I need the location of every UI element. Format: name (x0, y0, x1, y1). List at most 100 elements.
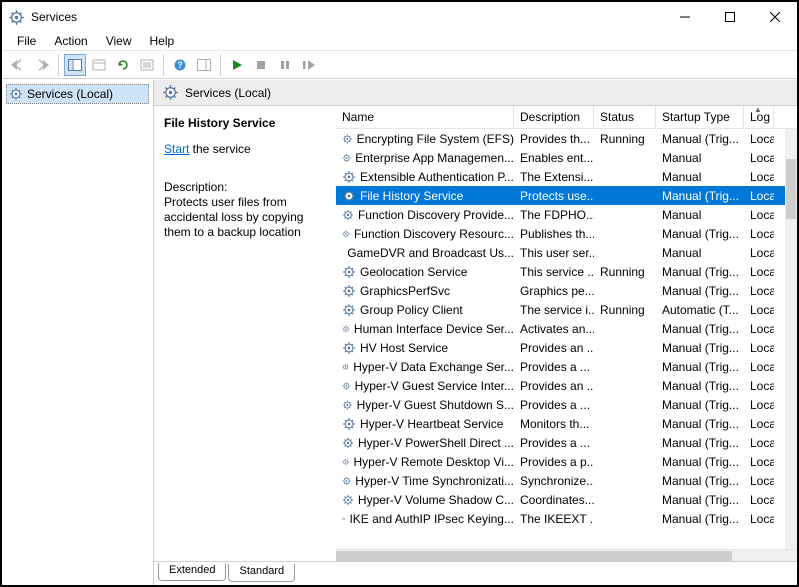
service-name: Hyper-V Data Exchange Ser... (353, 360, 514, 374)
service-row[interactable]: Extensible Authentication P...The Extens… (336, 167, 797, 186)
service-startup-type: Manual (656, 246, 744, 260)
service-logon: Loca (744, 360, 774, 374)
service-row[interactable]: Group Policy ClientThe service i...Runni… (336, 300, 797, 319)
toolbar-separator (58, 54, 59, 76)
col-status[interactable]: Status (594, 106, 656, 128)
tab-extended[interactable]: Extended (158, 563, 226, 581)
gear-icon (342, 151, 351, 165)
service-name: Hyper-V Guest Service Inter... (355, 379, 514, 393)
menu-file[interactable]: File (8, 34, 45, 48)
service-startup-type: Manual (Trig... (656, 417, 744, 431)
tab-standard[interactable]: Standard (228, 564, 295, 582)
service-name: Hyper-V Remote Desktop Vi... (353, 455, 514, 469)
service-row[interactable]: IKE and AuthIP IPsec Keying...The IKEEXT… (336, 509, 797, 528)
forward-button[interactable] (31, 54, 53, 76)
service-name: IKE and AuthIP IPsec Keying... (349, 512, 514, 526)
service-status: Running (594, 132, 656, 146)
menu-help[interactable]: Help (141, 34, 184, 48)
service-logon: Loca (744, 170, 774, 184)
service-name: Extensible Authentication P... (360, 170, 514, 184)
service-name: HV Host Service (360, 341, 448, 355)
service-row[interactable]: Human Interface Device Ser...Activates a… (336, 319, 797, 338)
stop-service-button[interactable] (250, 54, 272, 76)
service-name: GameDVR and Broadcast Us... (347, 246, 514, 260)
service-startup-type: Manual (656, 151, 744, 165)
service-row[interactable]: Hyper-V Remote Desktop Vi...Provides a p… (336, 452, 797, 471)
service-logon: Loca (744, 436, 774, 450)
menu-action[interactable]: Action (45, 34, 96, 48)
start-suffix: the service (189, 142, 250, 156)
action-pane-button[interactable] (193, 54, 215, 76)
service-startup-type: Manual (Trig... (656, 474, 744, 488)
service-description: Protects use... (514, 189, 594, 203)
service-row[interactable]: Function Discovery Resourc...Publishes t… (336, 224, 797, 243)
pause-service-button[interactable] (274, 54, 296, 76)
detail-pane: File History Service Start the service D… (154, 106, 336, 561)
export-button[interactable] (88, 54, 110, 76)
service-description: Provides an ... (514, 341, 594, 355)
service-name: Hyper-V Time Synchronizati... (355, 474, 514, 488)
service-row[interactable]: Hyper-V Guest Shutdown S...Provides a ..… (336, 395, 797, 414)
start-service-button[interactable] (226, 54, 248, 76)
service-row[interactable]: Hyper-V Guest Service Inter...Provides a… (336, 376, 797, 395)
gear-icon (342, 208, 354, 222)
tree-item-services-local[interactable]: Services (Local) (6, 84, 149, 104)
service-name: Function Discovery Resourc... (354, 227, 514, 241)
col-description[interactable]: Description (514, 106, 594, 128)
col-name[interactable]: Name (336, 106, 514, 128)
service-description: The service i... (514, 303, 594, 317)
service-row[interactable]: Hyper-V Volume Shadow C...Coordinates...… (336, 490, 797, 509)
service-row[interactable]: GraphicsPerfSvcGraphics pe...Manual (Tri… (336, 281, 797, 300)
service-logon: Loca (744, 227, 774, 241)
back-button[interactable] (7, 54, 29, 76)
service-row[interactable]: Hyper-V Time Synchronizati...Synchronize… (336, 471, 797, 490)
service-startup-type: Manual (Trig... (656, 512, 744, 526)
service-name: Enterprise App Managemen... (355, 151, 514, 165)
show-hide-tree-button[interactable] (64, 54, 86, 76)
service-row[interactable]: Function Discovery Provide...The FDPHO..… (336, 205, 797, 224)
service-row[interactable]: GameDVR and Broadcast Us...This user ser… (336, 243, 797, 262)
menu-view[interactable]: View (97, 34, 141, 48)
service-name: GraphicsPerfSvc (360, 284, 450, 298)
description-body: Protects user files from accidental loss… (164, 195, 328, 240)
gear-icon (342, 455, 349, 469)
minimize-button[interactable] (662, 3, 707, 31)
column-headers: Name Description Status Startup Type Log… (336, 106, 797, 129)
gear-icon (342, 436, 354, 450)
menubar: File Action View Help (2, 32, 797, 51)
close-button[interactable] (752, 3, 797, 31)
service-row[interactable]: Enterprise App Managemen...Enables ent..… (336, 148, 797, 167)
service-logon: Loca (744, 398, 774, 412)
properties-button[interactable] (136, 54, 158, 76)
content-header-title: Services (Local) (185, 86, 271, 100)
gear-icon (342, 360, 349, 374)
service-logon: Loca (744, 208, 774, 222)
toolbar-separator (220, 54, 221, 76)
refresh-button[interactable] (112, 54, 134, 76)
maximize-button[interactable] (707, 3, 752, 31)
service-row[interactable]: Hyper-V Data Exchange Ser...Provides a .… (336, 357, 797, 376)
service-row[interactable]: Hyper-V Heartbeat ServiceMonitors th...M… (336, 414, 797, 433)
start-link[interactable]: Start (164, 142, 189, 156)
service-logon: Loca (744, 474, 774, 488)
service-row[interactable]: HV Host ServiceProvides an ...Manual (Tr… (336, 338, 797, 357)
help-button[interactable]: ? (169, 54, 191, 76)
restart-service-button[interactable] (298, 54, 320, 76)
service-description: Coordinates... (514, 493, 594, 507)
service-description: Provides a ... (514, 436, 594, 450)
horizontal-scrollbar[interactable] (336, 549, 797, 561)
service-description: Provides a p... (514, 455, 594, 469)
col-startup-type[interactable]: Startup Type (656, 106, 744, 128)
service-description: Provides a ... (514, 398, 594, 412)
service-startup-type: Manual (Trig... (656, 436, 744, 450)
service-startup-type: Automatic (T... (656, 303, 744, 317)
service-logon: Loca (744, 341, 774, 355)
service-row[interactable]: Encrypting File System (EFS)Provides th.… (336, 129, 797, 148)
service-startup-type: Manual (Trig... (656, 455, 744, 469)
gear-icon (342, 170, 356, 184)
service-row[interactable]: Geolocation ServiceThis service ...Runni… (336, 262, 797, 281)
vertical-scrollbar[interactable] (785, 129, 797, 549)
service-row[interactable]: File History ServiceProtects use...Manua… (336, 186, 797, 205)
service-name: Hyper-V Heartbeat Service (360, 417, 503, 431)
service-row[interactable]: Hyper-V PowerShell Direct ...Provides a … (336, 433, 797, 452)
